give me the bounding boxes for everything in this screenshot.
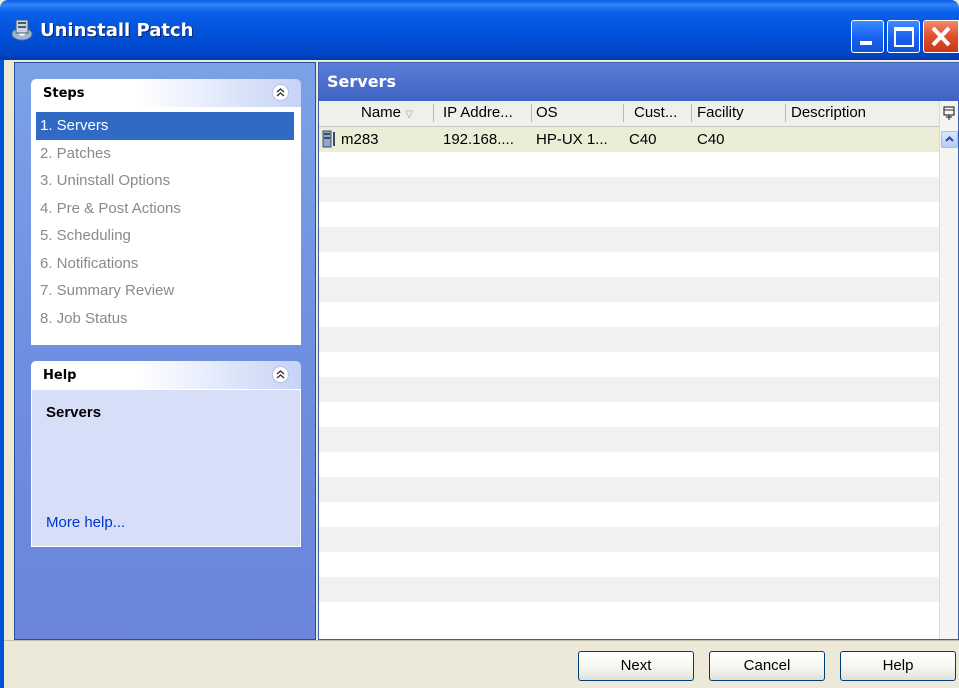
column-header-facility[interactable]: Facility: [697, 104, 744, 121]
scroll-up-button[interactable]: [941, 131, 958, 148]
empty-row: [319, 552, 939, 577]
empty-row: [319, 377, 939, 402]
step-item-pre-post-actions: 4. Pre & Post Actions: [40, 199, 181, 217]
step-item-notifications: 6. Notifications: [40, 254, 139, 272]
column-header-description[interactable]: Description: [791, 104, 866, 121]
table-header: Name ▽ IP Addre... OS Cust... Facility D…: [319, 101, 939, 127]
server-icon: [322, 130, 335, 148]
cell-os: HP-UX 1...: [536, 131, 608, 148]
help-header[interactable]: Help: [31, 361, 301, 389]
empty-row: [319, 502, 939, 527]
empty-row: [319, 252, 939, 277]
cell-ip-address: 192.168....: [443, 131, 514, 148]
column-divider[interactable]: [531, 104, 532, 122]
server-cd-icon: [11, 19, 33, 41]
help-button[interactable]: Help: [840, 651, 956, 681]
empty-row: [319, 577, 939, 602]
steps-list: 1. Servers 2. Patches 3. Uninstall Optio…: [31, 107, 301, 345]
step-item-patches: 2. Patches: [40, 144, 111, 162]
help-section: Help Servers More help...: [31, 361, 301, 547]
column-header-os[interactable]: OS: [536, 104, 558, 121]
help-topic-title: Servers: [46, 404, 102, 421]
empty-row: [319, 452, 939, 477]
cancel-button[interactable]: Cancel: [709, 651, 825, 681]
steps-section: Steps 1. Servers 2. Patches 3. Uninstall…: [31, 79, 301, 345]
steps-title: Steps: [43, 86, 85, 101]
step-item-summary-review: 7. Summary Review: [40, 282, 175, 299]
title-bar[interactable]: Uninstall Patch: [0, 0, 959, 60]
empty-row: [319, 227, 939, 252]
cell-facility: C40: [697, 131, 725, 148]
step-item-scheduling: 5. Scheduling: [40, 227, 131, 244]
servers-panel: Servers Name ▽ IP Addre... OS Cust... Fa…: [318, 62, 959, 640]
step-item-job-status: 8. Job Status: [40, 309, 128, 327]
column-header-customer[interactable]: Cust...: [634, 104, 677, 121]
window-title: Uninstall Patch: [40, 20, 194, 41]
empty-row: [319, 202, 939, 227]
column-divider[interactable]: [785, 104, 786, 122]
empty-row: [319, 477, 939, 502]
empty-row: [319, 427, 939, 452]
maximize-icon: [894, 27, 914, 47]
step-item-servers[interactable]: 1. Servers: [36, 112, 294, 140]
column-header-name[interactable]: Name ▽: [361, 104, 413, 121]
wizard-side-panel: Steps 1. Servers 2. Patches 3. Uninstall…: [14, 62, 316, 640]
empty-row: [319, 277, 939, 302]
cell-name: m283: [341, 131, 379, 148]
column-header-ip-address[interactable]: IP Addre...: [443, 104, 513, 121]
empty-row: [319, 177, 939, 202]
empty-row: [319, 302, 939, 327]
close-icon: [931, 26, 951, 47]
vertical-scrollbar[interactable]: [939, 101, 958, 639]
cell-customer: C40: [629, 131, 657, 148]
window-frame-left: [0, 60, 4, 688]
maximize-button[interactable]: [887, 20, 920, 53]
table-row[interactable]: m283 192.168.... HP-UX 1... C40 C40: [319, 127, 939, 152]
empty-row: [319, 152, 939, 177]
empty-row: [319, 402, 939, 427]
collapse-help-button[interactable]: [272, 366, 289, 383]
empty-row: [319, 352, 939, 377]
sort-descending-icon: ▽: [405, 109, 413, 120]
close-button[interactable]: [923, 20, 959, 53]
column-chooser-icon[interactable]: [942, 105, 956, 121]
servers-table: Name ▽ IP Addre... OS Cust... Facility D…: [319, 101, 939, 627]
empty-row: [319, 602, 939, 627]
minimize-button[interactable]: [851, 20, 884, 53]
empty-row: [319, 327, 939, 352]
empty-row: [319, 527, 939, 552]
steps-header[interactable]: Steps: [31, 79, 301, 107]
chevron-double-up-icon: [276, 88, 285, 97]
button-bar: Next Cancel Help: [4, 640, 959, 688]
next-button[interactable]: Next: [578, 651, 694, 681]
column-divider[interactable]: [623, 104, 624, 122]
servers-panel-header: Servers: [319, 63, 959, 101]
chevron-double-up-icon: [276, 370, 285, 379]
help-content: Servers More help...: [31, 389, 301, 547]
step-item-uninstall-options: 3. Uninstall Options: [40, 172, 171, 189]
minimize-icon: [860, 41, 872, 45]
chevron-up-icon: [945, 136, 954, 142]
column-divider[interactable]: [691, 104, 692, 122]
collapse-steps-button[interactable]: [272, 84, 289, 101]
servers-panel-title: Servers: [327, 72, 396, 91]
help-title: Help: [43, 368, 77, 383]
column-divider[interactable]: [433, 104, 434, 122]
more-help-link[interactable]: More help...: [46, 514, 125, 531]
